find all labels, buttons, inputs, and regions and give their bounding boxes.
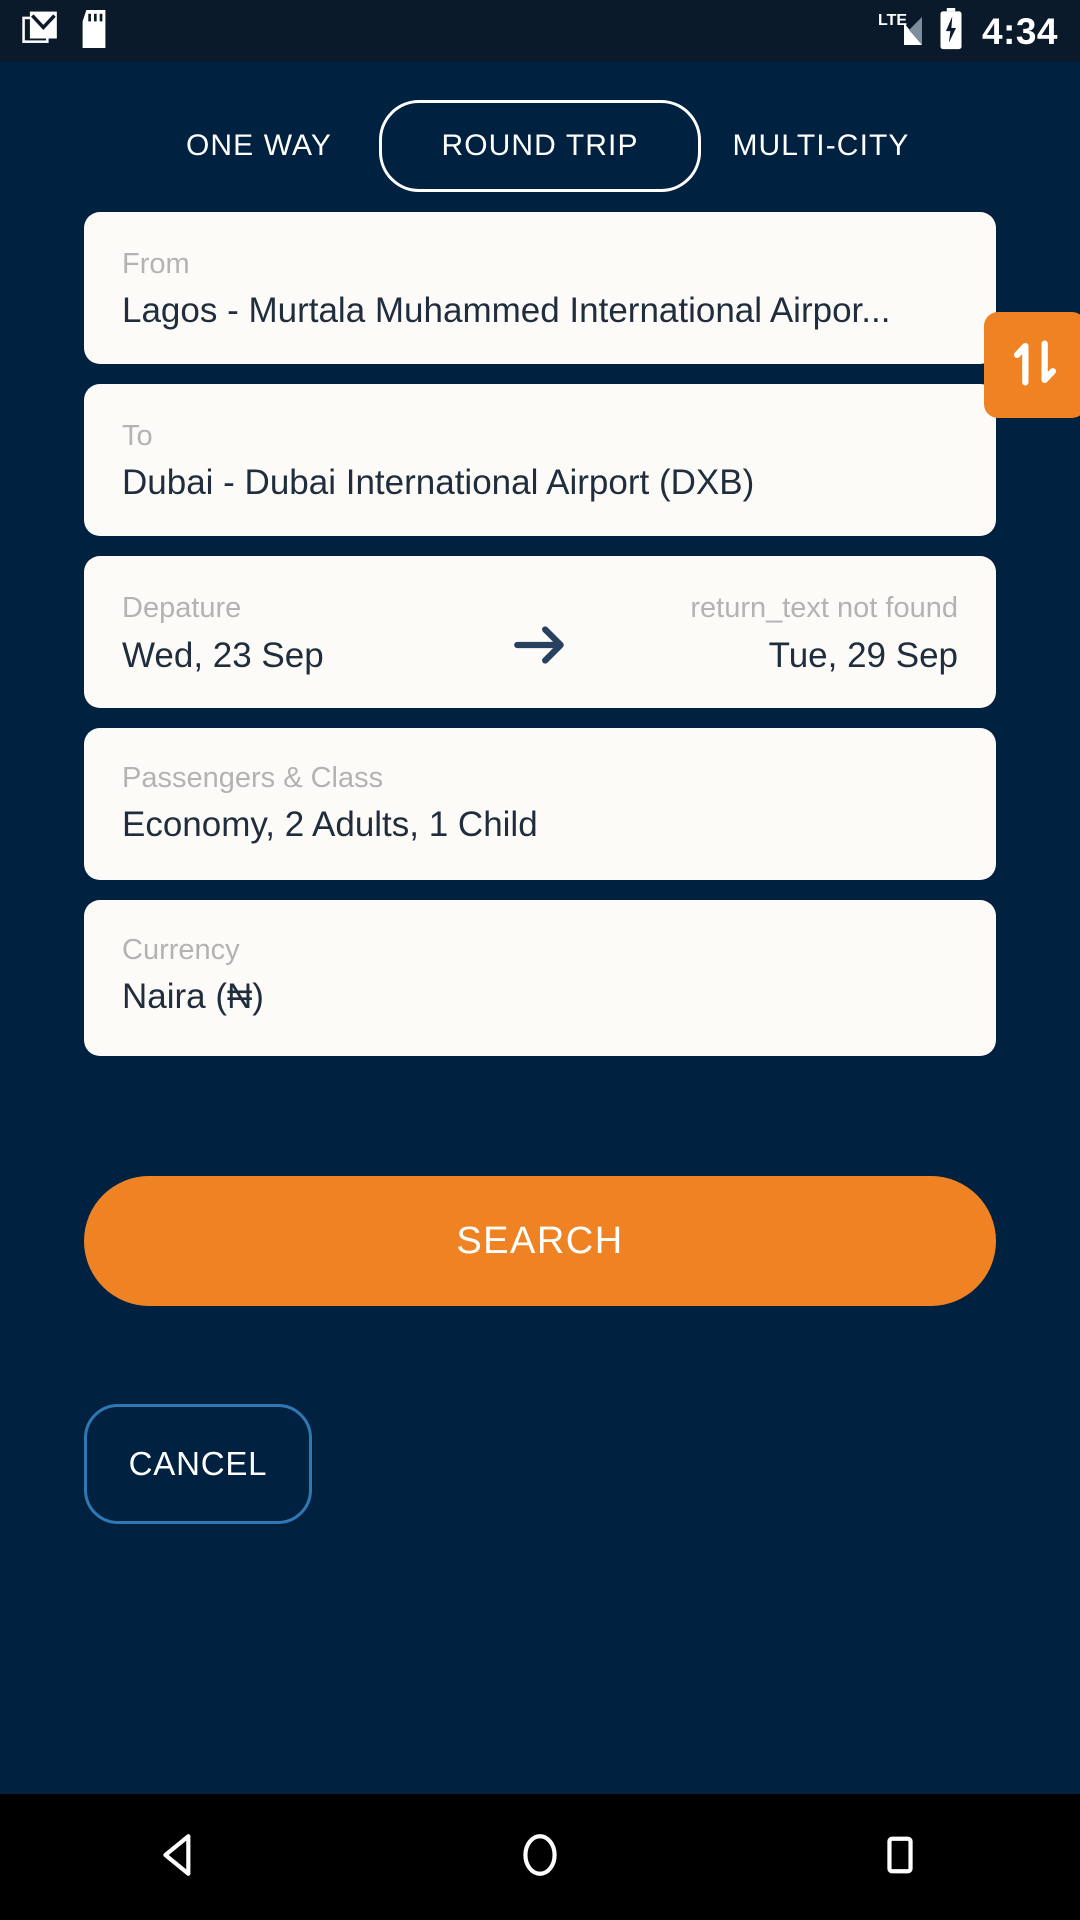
to-label: To <box>122 420 153 452</box>
home-circle-icon <box>515 1830 565 1885</box>
currency-field[interactable]: Currency Naira (₦) <box>84 900 996 1056</box>
sd-card-icon <box>78 9 110 53</box>
currency-label: Currency <box>122 934 240 966</box>
nav-recents-button[interactable] <box>800 1794 1000 1920</box>
back-triangle-icon <box>155 1830 205 1885</box>
return-label: return_text not found <box>690 592 958 625</box>
from-field[interactable]: From Lagos - Murtala Muhammed Internatio… <box>84 212 996 364</box>
passengers-class-field[interactable]: Passengers & Class Economy, 2 Adults, 1 … <box>84 728 996 880</box>
recents-square-icon <box>877 1832 923 1883</box>
swap-airports-button[interactable] <box>984 312 1080 418</box>
return-value: Tue, 29 Sep <box>768 635 958 675</box>
status-bar-right-icons: LTE 4:34 <box>878 7 1058 55</box>
departure-date[interactable]: Depature Wed, 23 Sep <box>122 590 499 678</box>
signal-bars-icon: LTE <box>878 9 926 54</box>
status-bar-clock: 4:34 <box>981 10 1058 52</box>
status-bar-left-icons <box>22 9 110 53</box>
to-value: Dubai - Dubai International Airport (DXB… <box>122 463 755 503</box>
passengers-class-label: Passengers & Class <box>122 762 384 794</box>
currency-value: Naira (₦) <box>122 977 264 1017</box>
action-buttons: SEARCH CANCEL <box>0 1076 1080 1524</box>
tab-round-trip[interactable]: ROUND TRIP <box>379 100 701 192</box>
departure-value: Wed, 23 Sep <box>122 635 324 675</box>
gmail-icon <box>22 10 60 53</box>
battery-charging-icon <box>938 7 964 55</box>
tab-multi-city[interactable]: MULTI-CITY <box>701 103 941 189</box>
svg-text:LTE: LTE <box>878 12 907 29</box>
search-form: From Lagos - Murtala Muhammed Internatio… <box>0 212 1080 1076</box>
nav-home-button[interactable] <box>440 1794 640 1920</box>
app-screen: LTE 4:34 ONE WAY ROUND TRIP MULTI-CITY F… <box>0 0 1080 1920</box>
nav-back-button[interactable] <box>80 1794 280 1920</box>
arrow-right-icon <box>499 620 581 678</box>
search-button[interactable]: SEARCH <box>84 1176 996 1306</box>
passengers-class-value: Economy, 2 Adults, 1 Child <box>122 805 538 845</box>
dates-field[interactable]: Depature Wed, 23 Sep return_text not fou… <box>84 556 996 708</box>
from-label: From <box>122 248 190 280</box>
tab-one-way[interactable]: ONE WAY <box>139 103 379 189</box>
swap-vertical-icon <box>1006 334 1064 397</box>
trip-type-tabs: ONE WAY ROUND TRIP MULTI-CITY <box>0 62 1080 212</box>
from-value: Lagos - Murtala Muhammed International A… <box>122 291 891 331</box>
status-bar: LTE 4:34 <box>0 0 1080 62</box>
to-field[interactable]: To Dubai - Dubai International Airport (… <box>84 384 996 536</box>
departure-label: Depature <box>122 592 242 625</box>
android-navigation-bar <box>0 1794 1080 1920</box>
cancel-button[interactable]: CANCEL <box>84 1404 312 1524</box>
return-date[interactable]: return_text not found Tue, 29 Sep <box>581 590 958 678</box>
